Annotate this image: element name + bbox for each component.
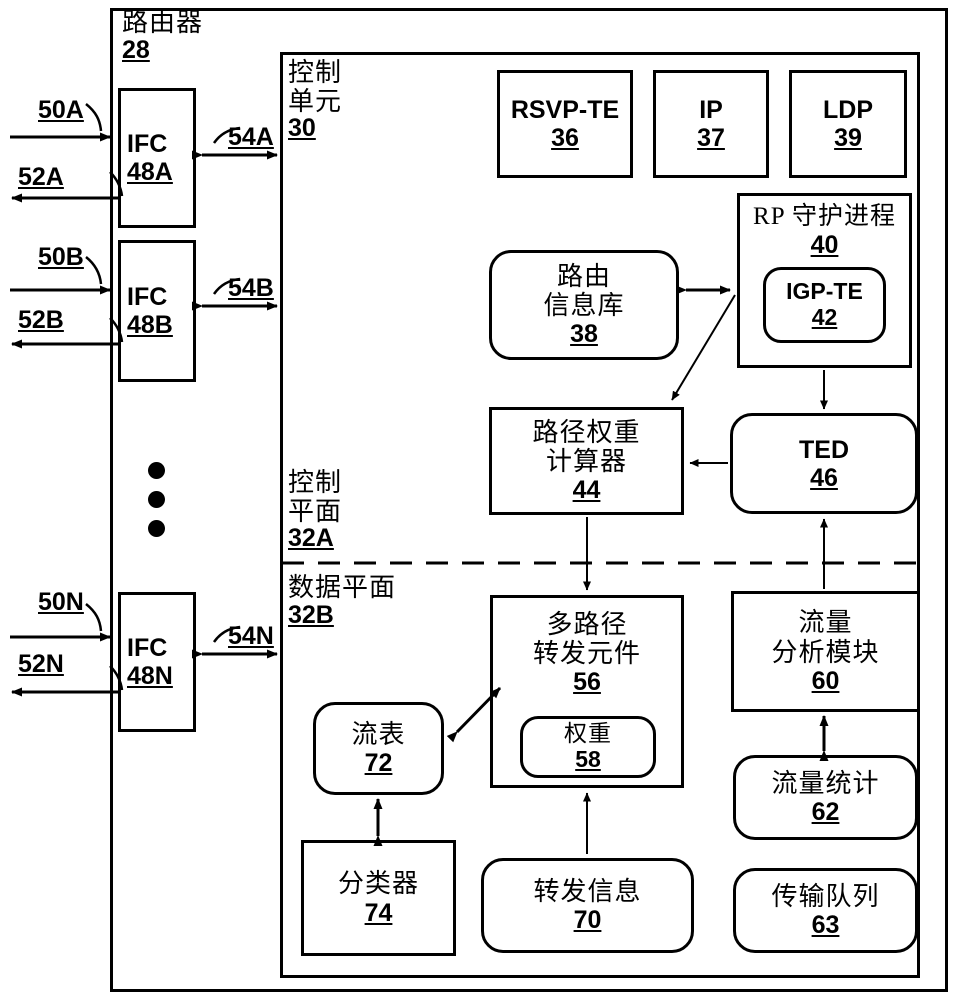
control-plane-title: 控制 平面 32A — [288, 468, 342, 553]
control-plane-num: 32A — [288, 524, 334, 553]
rib-label-2: 信息库 — [543, 290, 625, 320]
protocol-ip-label: IP — [699, 96, 723, 124]
transmit-queue-label: 传输队列 — [771, 880, 880, 911]
ifc-48b-num: 48B — [127, 311, 173, 339]
control-unit-label-2: 单元 — [288, 85, 343, 116]
control-plane-label-1: 控制 — [288, 467, 343, 497]
protocol-rsvp-te[interactable]: RSVP-TE 36 — [497, 70, 633, 178]
router-label: 路由器 — [122, 7, 204, 37]
path-weight-calc-num: 44 — [572, 476, 601, 505]
ifc-48a[interactable]: IFC 48A — [118, 88, 196, 228]
protocol-ldp-label: LDP — [823, 96, 873, 124]
ted-label: TED — [799, 435, 849, 464]
ted-num: 46 — [810, 463, 838, 492]
rp-daemon-num: 40 — [810, 231, 839, 259]
control-unit-title: 控制 单元 30 — [288, 58, 342, 143]
classifier-label: 分类器 — [337, 868, 419, 899]
weights[interactable]: 权重 58 — [520, 716, 656, 778]
traffic-stats-num: 62 — [811, 798, 840, 827]
igp-te-num: 42 — [811, 304, 838, 330]
protocol-rsvp-te-num: 36 — [551, 124, 579, 152]
protocol-rsvp-te-label: RSVP-TE — [510, 96, 620, 124]
patent-figure-canvas: 路由器 28 控制 单元 30 控制 平面 32A 数据平面 32B IFC 4… — [0, 0, 957, 1000]
multipath-fwd-num: 56 — [573, 668, 601, 697]
traffic-statistics[interactable]: 流量统计 62 — [733, 755, 918, 840]
forwarding-info-label: 转发信息 — [533, 875, 642, 906]
protocol-ip[interactable]: IP 37 — [653, 70, 769, 178]
protocol-ip-num: 37 — [697, 124, 725, 152]
router-num: 28 — [122, 35, 150, 64]
protocol-ldp[interactable]: LDP 39 — [789, 70, 907, 178]
flow-table-label: 流表 — [351, 718, 406, 749]
traffic-analysis-label-2: 分析模块 — [771, 636, 880, 667]
ted[interactable]: TED 46 — [730, 413, 918, 514]
protocol-ldp-num: 39 — [834, 124, 862, 152]
flow-table-num: 72 — [364, 749, 393, 778]
ellipsis-dot-2 — [148, 491, 165, 508]
igp-te-label: IGP-TE — [786, 278, 863, 305]
control-plane-label-2: 平面 — [288, 495, 343, 526]
control-unit-num: 30 — [288, 114, 316, 143]
transmit-queue[interactable]: 传输队列 63 — [733, 868, 918, 953]
rib-label-1: 路由 — [556, 260, 611, 291]
ref-52b: 52B — [18, 306, 64, 334]
ref-54b: 54B — [228, 274, 274, 302]
data-plane-title: 数据平面 32B — [288, 573, 396, 629]
path-weight-calc-label-1: 路径权重 — [532, 416, 641, 447]
traffic-analysis-num: 60 — [811, 666, 840, 695]
ellipsis-dot-3 — [148, 520, 165, 537]
path-weight-calc-label-2: 计算器 — [545, 446, 627, 476]
ifc-48a-num: 48A — [127, 158, 173, 186]
routing-information-base[interactable]: 路由 信息库 38 — [489, 250, 679, 360]
forwarding-information[interactable]: 转发信息 70 — [481, 858, 694, 953]
multipath-fwd-label-2: 转发元件 — [532, 638, 641, 669]
router-title: 路由器 28 — [122, 8, 203, 64]
data-plane-label: 数据平面 — [288, 572, 397, 602]
forwarding-info-num: 70 — [573, 906, 602, 935]
ellipsis-dot-1 — [148, 462, 165, 479]
classifier[interactable]: 分类器 74 — [301, 840, 456, 956]
ifc-48a-label: IFC — [127, 130, 168, 158]
traffic-analysis-module[interactable]: 流量 分析模块 60 — [731, 591, 920, 712]
ifc-48b-label: IFC — [127, 283, 168, 311]
path-weight-calculator[interactable]: 路径权重 计算器 44 — [489, 407, 684, 515]
ref-52n: 52N — [18, 650, 64, 678]
ref-50a: 50A — [38, 96, 84, 124]
data-plane-num: 32B — [288, 600, 334, 629]
ifc-48n-num: 48N — [127, 662, 173, 690]
ifc-48n-label: IFC — [127, 634, 168, 662]
ref-52a: 52A — [18, 163, 64, 191]
weights-num: 58 — [575, 746, 601, 772]
traffic-stats-label: 流量统计 — [771, 767, 880, 798]
weights-label: 权重 — [564, 720, 612, 747]
ref-54a: 54A — [228, 123, 274, 151]
ifc-48n[interactable]: IFC 48N — [118, 592, 196, 732]
multipath-fwd-label-1: 多路径 — [546, 609, 628, 639]
igp-te[interactable]: IGP-TE 42 — [763, 267, 886, 343]
classifier-num: 74 — [364, 898, 393, 927]
transmit-queue-num: 63 — [811, 911, 840, 940]
ref-50n: 50N — [38, 588, 84, 616]
ref-54n: 54N — [228, 622, 274, 650]
rp-daemon-label: RP 守护进程 — [753, 203, 896, 230]
control-unit-label-1: 控制 — [288, 57, 343, 87]
flow-table[interactable]: 流表 72 — [313, 702, 444, 795]
rib-num: 38 — [570, 320, 598, 349]
traffic-analysis-label-1: 流量 — [798, 607, 853, 638]
ifc-48b[interactable]: IFC 48B — [118, 240, 196, 382]
ref-50b: 50B — [38, 243, 84, 271]
